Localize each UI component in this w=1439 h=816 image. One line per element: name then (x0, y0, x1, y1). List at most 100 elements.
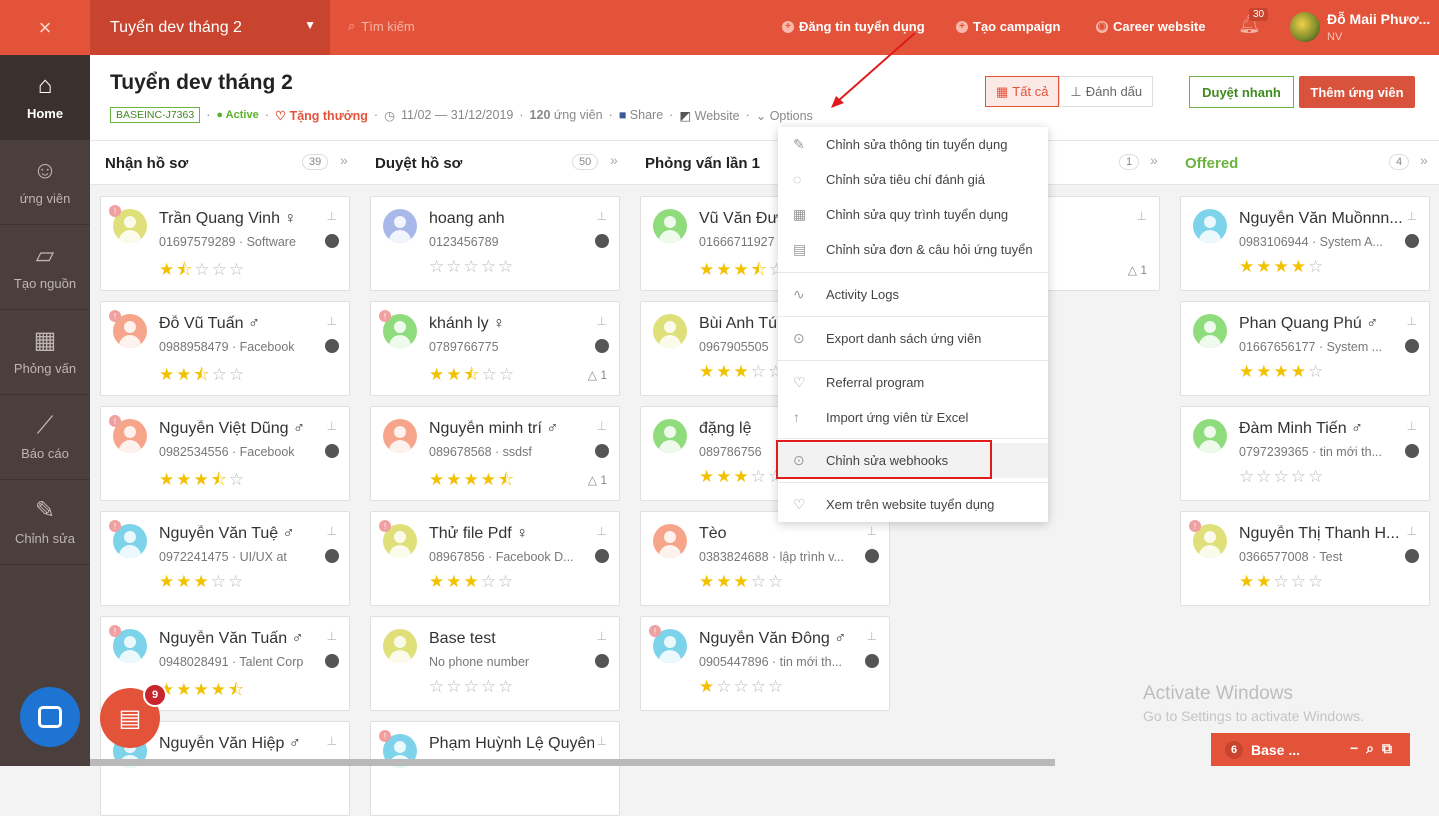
rating-stars[interactable]: ☆☆☆☆☆ (429, 257, 515, 277)
candidate-card[interactable]: ! Đỗ Vũ Tuấn ♂ 0988958479 · Facebook ★★⯪☆☆ ⊥ (100, 301, 350, 396)
menu-item-activity-logs[interactable]: ∿ Activity Logs (778, 277, 1048, 312)
rating-stars[interactable]: ★★★⯪☆ (159, 467, 246, 496)
candidate-name[interactable]: Thử file Pdf ♀ (429, 525, 528, 543)
rating-stars[interactable]: ☆☆☆☆☆ (429, 677, 515, 697)
window-controls[interactable]: −⌕⧉ (1350, 740, 1400, 757)
pin-icon[interactable]: ⊥ (597, 209, 607, 223)
candidate-name[interactable]: Tèo (699, 525, 727, 543)
rating-stars[interactable]: ★☆☆☆☆ (699, 677, 785, 697)
pin-icon[interactable]: ⊥ (327, 629, 337, 643)
rating-stars[interactable]: ★★★☆☆ (159, 572, 245, 592)
candidate-card[interactable]: ! Nguyễn Thị Thanh H... 0366577008 · Test ★… (1180, 511, 1430, 606)
candidate-name[interactable]: Phạm Huỳnh Lệ Quyên (429, 735, 594, 753)
menu-item-referral[interactable]: ♡ Referral program (778, 365, 1048, 400)
rating-stars[interactable]: ★⯪☆☆☆ (159, 257, 246, 286)
candidate-card[interactable]: ! khánh ly ♀ 0789766775 ★★⯪☆☆ ⊥ △ 1 (370, 301, 620, 396)
menu-item-import[interactable]: ↑ Import ứng viên từ Excel (778, 400, 1048, 435)
pin-icon[interactable]: ⊥ (597, 629, 607, 643)
candidate-name[interactable]: khánh ly ♀ (429, 315, 505, 333)
pin-icon[interactable]: ⊥ (327, 314, 337, 328)
pin-icon[interactable]: ⊥ (327, 209, 337, 223)
filter-marked-button[interactable]: ⊥ Đánh dấu (1059, 76, 1154, 107)
candidate-name[interactable]: Nguyễn Văn Hiệp ♂ (159, 735, 301, 753)
sidebar-item-home[interactable]: ⌂ Home (0, 55, 90, 140)
menu-item-view-website[interactable]: ♡ Xem trên website tuyển dụng (778, 487, 1048, 522)
pin-icon[interactable]: ⊥ (597, 734, 607, 748)
candidate-card[interactable]: ! Nguyễn Văn Tuệ ♂ 0972241475 · UI/UX at ★★… (100, 511, 350, 606)
rating-stars[interactable]: ★★★☆☆ (699, 572, 785, 592)
candidate-name[interactable]: Nguyễn Thị Thanh H... (1239, 525, 1399, 543)
minimized-window[interactable]: 6 Base ... −⌕⧉ (1211, 733, 1410, 766)
job-selector[interactable]: Tuyển dev tháng 2 ▼ (90, 0, 330, 55)
rating-stars[interactable]: ★★★☆☆ (429, 572, 515, 592)
candidate-card[interactable]: Đàm Minh Tiến ♂ 0797239365 · tin mới th..… (1180, 406, 1430, 501)
rating-stars[interactable]: ★★⯪☆☆ (159, 362, 246, 391)
candidate-card[interactable]: hoang anh 0123456789 ☆☆☆☆☆ ⊥ (370, 196, 620, 291)
sidebar-item-reports[interactable]: ⟋ Báo cáo (0, 395, 90, 480)
search-input[interactable]: ⌕ Tìm kiếm (348, 18, 415, 34)
candidate-name[interactable]: Nguyễn Văn Tuấn ♂ (159, 630, 304, 648)
candidate-name[interactable]: Nguyễn Văn Muồnnn... (1239, 210, 1403, 228)
options-dropdown[interactable]: ⌄ Options (756, 108, 813, 123)
menu-item-edit-job[interactable]: ✎ Chỉnh sửa thông tin tuyển dụng (778, 127, 1048, 162)
career-website-link[interactable]: ◉ Career website (1096, 19, 1206, 34)
user-name[interactable]: Đỗ Maii Phươ... (1327, 11, 1430, 27)
column-header[interactable]: Nhận hồ sơ 39 » (90, 141, 360, 186)
candidate-card[interactable]: ! Phạm Huỳnh Lệ Quyên ⊥ (370, 721, 620, 816)
rating-stars[interactable]: ★★★⯪☆ (699, 257, 786, 286)
pin-icon[interactable]: ⊥ (1407, 209, 1417, 223)
post-job-link[interactable]: + Đăng tin tuyển dụng (782, 19, 925, 34)
chat-button[interactable] (20, 687, 80, 747)
candidate-card[interactable]: Phan Quang Phú ♂ 01667656177 · System ...… (1180, 301, 1430, 396)
pin-icon[interactable]: ⊥ (327, 419, 337, 433)
column-header[interactable]: Duyệt hồ sơ 50 » (360, 141, 630, 186)
website-link[interactable]: ◩ Website (679, 108, 739, 123)
rating-stars[interactable]: ☆☆☆☆☆ (1239, 467, 1325, 487)
rating-stars[interactable]: ★★★★⯪ (429, 467, 516, 496)
candidate-card[interactable]: Nguyễn minh trí ♂ 089678568 · ssdsf ★★★★⯪ ⊥… (370, 406, 620, 501)
pin-icon[interactable]: ⊥ (1407, 524, 1417, 538)
candidate-name[interactable]: Vũ Văn Đươ (699, 210, 789, 228)
candidate-name[interactable]: đặng lệ (699, 420, 752, 438)
menu-item-edit-process[interactable]: ▦ Chỉnh sửa quy trình tuyển dụng (778, 197, 1048, 232)
rating-stars[interactable]: ★★★★☆ (1239, 257, 1325, 277)
pin-icon[interactable]: ⊥ (1137, 209, 1147, 223)
sidebar-item-sourcing[interactable]: ▱ Tạo nguồn (0, 225, 90, 310)
reward-link[interactable]: ♡ Tặng thưởng (275, 108, 368, 123)
sidebar-item-candidates[interactable]: ☺ ứng viên (0, 140, 90, 225)
pin-icon[interactable]: ⊥ (1407, 419, 1417, 433)
pin-icon[interactable]: ⊥ (597, 524, 607, 538)
share-link[interactable]: ■ Share (619, 108, 663, 122)
menu-item-edit-criteria[interactable]: ◌ Chỉnh sửa tiêu chí đánh giá (778, 162, 1048, 197)
candidate-name[interactable]: Phan Quang Phú ♂ (1239, 315, 1378, 333)
add-candidate-button[interactable]: Thêm ứng viên (1299, 76, 1415, 108)
candidate-card[interactable]: ! Nguyễn Văn Đông ♂ 0905447896 · tin mới t… (640, 616, 890, 711)
candidate-name[interactable]: Base test (429, 630, 496, 648)
rating-stars[interactable]: ★★⯪☆☆ (429, 362, 516, 391)
rating-stars[interactable]: ★★☆☆☆ (1239, 572, 1325, 592)
sidebar-item-edit[interactable]: ✎ Chỉnh sửa (0, 480, 90, 565)
pin-icon[interactable]: ⊥ (1407, 314, 1417, 328)
candidate-name[interactable]: hoang anh (429, 210, 505, 228)
candidate-name[interactable]: Trần Quang Vinh ♀ (159, 210, 296, 228)
candidate-card[interactable]: ! Nguyễn Việt Dũng ♂ 0982534556 · Facebook… (100, 406, 350, 501)
candidate-name[interactable]: Nguyễn Việt Dũng ♂ (159, 420, 305, 438)
menu-item-edit-form[interactable]: ▤ Chỉnh sửa đơn & câu hỏi ứng tuyển (778, 232, 1048, 267)
close-icon[interactable]: × (0, 0, 90, 55)
menu-item-export[interactable]: ⊙ Export danh sách ứng viên (778, 321, 1048, 356)
pin-icon[interactable]: ⊥ (867, 524, 877, 538)
candidate-card[interactable]: ! Trần Quang Vinh ♀ 01697579289 · Software… (100, 196, 350, 291)
candidate-name[interactable]: Nguyễn Văn Tuệ ♂ (159, 525, 295, 543)
candidate-name[interactable]: Đàm Minh Tiến ♂ (1239, 420, 1363, 438)
pin-icon[interactable]: ⊥ (597, 314, 607, 328)
candidate-card[interactable]: Tèo 0383824688 · lập trình v... ★★★☆☆ ⊥ (640, 511, 890, 606)
candidate-card[interactable]: Base test No phone number ☆☆☆☆☆ ⊥ (370, 616, 620, 711)
horizontal-scrollbar[interactable] (90, 759, 1055, 766)
column-header[interactable]: Offered 4 » (1170, 141, 1439, 186)
pin-icon[interactable]: ⊥ (327, 734, 337, 748)
quick-review-button[interactable]: Duyệt nhanh (1189, 76, 1294, 108)
rating-stars[interactable]: ★★★☆☆ (699, 467, 785, 487)
create-campaign-link[interactable]: + Tạo campaign (956, 19, 1060, 34)
candidate-card[interactable]: Nguyễn Văn Muồnnn... 0983106944 · System … (1180, 196, 1430, 291)
candidate-name[interactable]: Đỗ Vũ Tuấn ♂ (159, 315, 260, 333)
